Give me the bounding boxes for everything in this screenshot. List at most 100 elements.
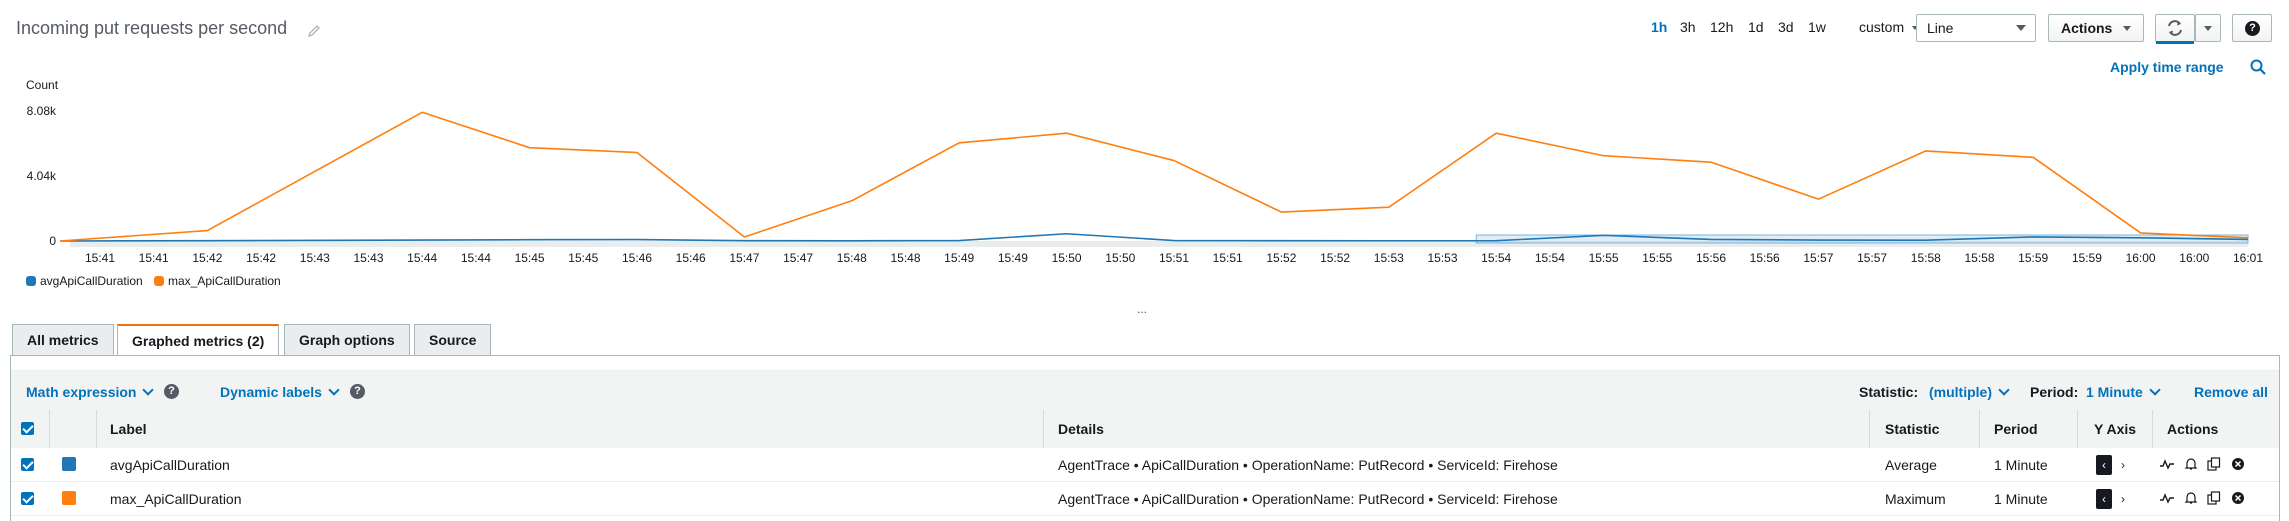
x-tick-label: 15:47	[729, 251, 759, 265]
x-tick-label: 16:00	[2179, 251, 2209, 265]
y-tick-label: 0	[49, 234, 56, 248]
select-all-checkbox[interactable]	[21, 422, 34, 435]
x-tick-label: 15:49	[944, 251, 974, 265]
column-divider	[2077, 410, 2078, 448]
refresh-button[interactable]	[2155, 14, 2195, 44]
zoom-icon[interactable]	[2250, 59, 2266, 80]
time-range-1w[interactable]: 1w	[1808, 19, 1826, 35]
dynamic-labels-help-icon[interactable]: ?	[350, 384, 365, 399]
time-range-3h[interactable]: 3h	[1680, 19, 1696, 35]
resize-handle[interactable]: ...	[1137, 302, 1147, 316]
x-tick-label: 15:42	[192, 251, 222, 265]
column-divider	[49, 410, 50, 448]
time-range-1h[interactable]: 1h	[1651, 19, 1667, 35]
statistic-dropdown[interactable]: (multiple)	[1929, 384, 2010, 400]
legend-item-avg[interactable]: avgApiCallDuration	[26, 274, 143, 288]
x-tick-label: 15:54	[1535, 251, 1565, 265]
remove-icon[interactable]	[2231, 457, 2245, 471]
column-divider	[2152, 410, 2153, 448]
time-range-12h[interactable]: 12h	[1710, 19, 1733, 35]
dynamic-labels-label: Dynamic labels	[220, 384, 322, 400]
math-expression-label: Math expression	[26, 384, 137, 400]
column-divider	[96, 410, 97, 448]
tab-source[interactable]: Source	[414, 324, 492, 355]
row-period[interactable]: 1 Minute	[1994, 491, 2048, 507]
row-checkbox[interactable]	[21, 492, 34, 505]
x-tick-label: 15:53	[1427, 251, 1457, 265]
x-tick-label: 15:46	[676, 251, 706, 265]
actions-button[interactable]: Actions	[2048, 14, 2144, 42]
x-tick-label: 16:00	[2126, 251, 2156, 265]
caret-down-icon	[2123, 26, 2131, 31]
row-label[interactable]: max_ApiCallDuration	[110, 491, 242, 507]
x-tick-label: 15:41	[85, 251, 115, 265]
help-button[interactable]: ?	[2232, 14, 2272, 42]
row-statistic[interactable]: Maximum	[1885, 491, 1946, 507]
metrics-toolbar: Math expression ? Dynamic labels ? Stati…	[11, 370, 2279, 412]
x-tick-label: 15:50	[1105, 251, 1135, 265]
column-header-actions: Actions	[2167, 421, 2219, 437]
chevron-down-icon	[142, 384, 155, 396]
time-range-1d[interactable]: 1d	[1748, 19, 1764, 35]
time-range-3d[interactable]: 3d	[1778, 19, 1794, 35]
y-axis-left-button[interactable]: ‹	[2096, 455, 2112, 475]
x-tick-label: 15:45	[568, 251, 598, 265]
column-header-label[interactable]: Label	[110, 421, 147, 437]
apply-time-range-link[interactable]: Apply time range	[2110, 59, 2224, 75]
x-tick-label: 15:51	[1159, 251, 1189, 265]
x-tick-label: 15:56	[1696, 251, 1726, 265]
x-tick-label: 15:55	[1642, 251, 1672, 265]
table-row[interactable]: max_ApiCallDuration AgentTrace • ApiCall…	[11, 482, 2279, 516]
help-icon: ?	[2245, 21, 2260, 36]
math-expression-help-icon[interactable]: ?	[164, 384, 179, 399]
series-line-max_ApiCallDuration[interactable]	[59, 111, 2249, 242]
duplicate-icon[interactable]	[2207, 491, 2221, 505]
row-label[interactable]: avgApiCallDuration	[110, 457, 230, 473]
row-checkbox[interactable]	[21, 458, 34, 471]
row-period[interactable]: 1 Minute	[1994, 457, 2048, 473]
column-header-details[interactable]: Details	[1058, 421, 1104, 437]
row-statistic[interactable]: Average	[1885, 457, 1937, 473]
x-tick-label: 15:58	[1911, 251, 1941, 265]
y-axis-left-button[interactable]: ‹	[2096, 489, 2112, 509]
x-tick-label: 15:54	[1481, 251, 1511, 265]
x-tick-label: 15:57	[1857, 251, 1887, 265]
column-divider	[1869, 410, 1870, 448]
edit-title-icon[interactable]	[307, 24, 321, 38]
column-header-period[interactable]: Period	[1994, 421, 2038, 437]
tab-all-metrics[interactable]: All metrics	[12, 324, 114, 355]
legend-item-max[interactable]: max_ApiCallDuration	[154, 274, 281, 288]
x-tick-label: 15:52	[1266, 251, 1296, 265]
period-dropdown[interactable]: 1 Minute	[2086, 384, 2161, 400]
x-tick-label: 16:01	[2233, 251, 2263, 265]
column-header-statistic[interactable]: Statistic	[1885, 421, 1939, 437]
line-chart[interactable]: 0 4.04k 8.08k 15:41 15:41 15:42 15:42 15:43 15:4…	[0, 95, 2289, 270]
alarm-bell-icon[interactable]	[2184, 457, 2198, 471]
anomaly-detection-icon[interactable]	[2159, 457, 2175, 471]
tab-graph-options[interactable]: Graph options	[284, 324, 410, 355]
table-row[interactable]: avgApiCallDuration AgentTrace • ApiCallD…	[11, 448, 2279, 482]
y-axis-right-button[interactable]: ›	[2115, 489, 2131, 509]
refresh-icon	[2168, 20, 2182, 36]
chart-type-value: Line	[1927, 20, 1954, 36]
y-axis-right-button[interactable]: ›	[2115, 455, 2131, 475]
legend-label: max_ApiCallDuration	[168, 274, 281, 288]
duplicate-icon[interactable]	[2207, 457, 2221, 471]
y-tick-label: 4.04k	[27, 169, 57, 183]
math-expression-dropdown[interactable]: Math expression	[26, 384, 155, 400]
dynamic-labels-dropdown[interactable]: Dynamic labels	[220, 384, 340, 400]
anomaly-detection-icon[interactable]	[2159, 491, 2175, 505]
series-color-swatch[interactable]	[62, 491, 76, 505]
x-tick-label: 15:49	[998, 251, 1028, 265]
alarm-bell-icon[interactable]	[2184, 491, 2198, 505]
chart-type-select[interactable]: Line	[1916, 14, 2036, 42]
y-tick-label: 8.08k	[27, 104, 57, 118]
x-tick-label: 15:51	[1213, 251, 1243, 265]
remove-all-link[interactable]: Remove all	[2194, 384, 2268, 400]
tab-graphed-metrics[interactable]: Graphed metrics (2)	[117, 324, 280, 356]
refresh-interval-dropdown[interactable]	[2195, 14, 2221, 42]
remove-icon[interactable]	[2231, 491, 2245, 505]
x-tick-label: 15:45	[515, 251, 545, 265]
series-color-swatch[interactable]	[62, 457, 76, 471]
custom-range-link[interactable]: custom	[1859, 19, 1919, 35]
